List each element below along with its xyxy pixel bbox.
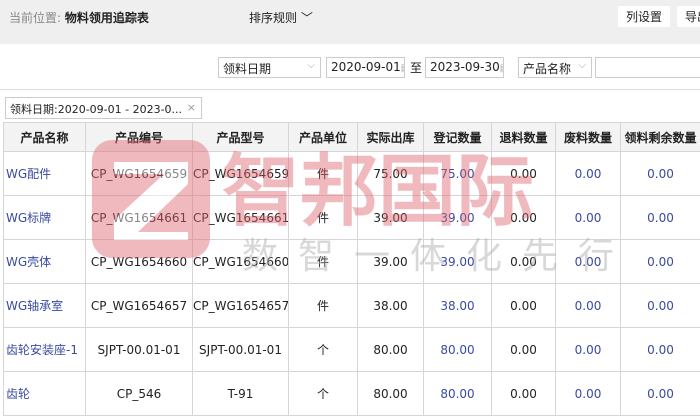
top-bar: 当前位置: 物料领用追踪表 排序规则 ﹀ 列设置 导出 [0,0,700,44]
cell-2: SJPT-00.01-01 [193,328,289,372]
cell-2: CP_WG1654659 [193,152,289,196]
breadcrumb: 当前位置: 物料领用追踪表 [9,9,149,26]
to-label: 至 [410,59,422,76]
active-filter-text: 领料日期:2020-09-01 - 2023-0... [10,103,182,116]
cell-0[interactable]: WG配件 [4,152,86,196]
active-filter-tag: 领料日期:2020-09-01 - 2023-0... × [5,97,202,119]
field-select-value: 产品名称 [523,62,571,76]
cell-0[interactable]: 齿轮 [4,372,86,416]
cell-2: CP_WG1654660 [193,240,289,284]
cell-6: 0.00 [492,328,556,372]
cell-6: 0.00 [492,152,556,196]
cell-7[interactable]: 0.00 [556,372,621,416]
cell-0[interactable]: 齿轮安装座-1 [4,328,86,372]
cell-8[interactable]: 0.00 [621,328,700,372]
chevron-down-icon: ⌵ [578,60,586,71]
column-header[interactable]: 登记数量 [424,123,492,152]
column-settings-button[interactable]: 列设置 [618,6,670,27]
cell-1: CP_WG1654657 [86,284,193,328]
cell-7[interactable]: 0.00 [556,284,621,328]
column-header[interactable]: 产品名称 [4,123,86,152]
cell-7[interactable]: 0.00 [556,328,621,372]
date-type-value: 领料日期 [223,62,271,76]
end-date-value: 2023-09-30 [430,60,500,74]
search-input[interactable] [595,57,700,78]
cell-4: 80.00 [358,372,424,416]
date-type-select[interactable]: 领料日期 ⌵ [218,57,321,78]
page-title: 物料领用追踪表 [65,11,149,25]
cell-1: CP_WG1654661 [86,196,193,240]
cell-2: CP_WG1654657 [193,284,289,328]
close-icon[interactable]: × [187,101,196,114]
cell-4: 75.00 [358,152,424,196]
cell-7[interactable]: 0.00 [556,152,621,196]
cell-5[interactable]: 39.00 [424,240,492,284]
cell-4: 39.00 [358,196,424,240]
cell-4: 38.00 [358,284,424,328]
cell-2: CP_WG1654661 [193,196,289,240]
cell-8[interactable]: 0.00 [621,240,700,284]
cell-1: CP_546 [86,372,193,416]
table-row: WG配件CP_WG1654659CP_WG1654659件75.0075.000… [4,152,700,196]
calendar-icon: ▤ [401,63,405,74]
column-header[interactable]: 实际出库 [358,123,424,152]
cell-5[interactable]: 39.00 [424,196,492,240]
cell-5[interactable]: 38.00 [424,284,492,328]
calendar-icon: ▤ [500,63,504,74]
field-select[interactable]: 产品名称 ⌵ [518,57,592,78]
divider [0,89,700,90]
location-label: 当前位置: [9,11,61,25]
cell-3: 件 [289,196,358,240]
cell-6: 0.00 [492,372,556,416]
cell-0[interactable]: WG轴承室 [4,284,86,328]
cell-0[interactable]: WG标牌 [4,196,86,240]
cell-7[interactable]: 0.00 [556,196,621,240]
cell-6: 0.00 [492,284,556,328]
export-button[interactable]: 导出 [677,6,700,27]
cell-1: CP_WG1654659 [86,152,193,196]
cell-5[interactable]: 80.00 [424,328,492,372]
chevron-down-icon: ﹀ [301,11,313,25]
cell-5[interactable]: 75.00 [424,152,492,196]
column-header[interactable]: 产品型号 [193,123,289,152]
cell-3: 件 [289,284,358,328]
cell-6: 0.00 [492,196,556,240]
cell-8[interactable]: 0.00 [621,284,700,328]
start-date-value: 2020-09-01 [331,60,401,74]
cell-4: 39.00 [358,240,424,284]
table-row: 齿轮CP_546T-91个80.0080.000.000.000.00 [4,372,700,416]
cell-3: 个 [289,372,358,416]
cell-3: 件 [289,152,358,196]
chevron-down-icon: ⌵ [307,60,315,71]
cell-0[interactable]: WG壳体 [4,240,86,284]
cell-1: SJPT-00.01-01 [86,328,193,372]
cell-8[interactable]: 0.00 [621,372,700,416]
start-date-input[interactable]: 2020-09-01▤ [326,57,405,78]
column-header[interactable]: 产品编号 [86,123,193,152]
table-row: WG轴承室CP_WG1654657CP_WG1654657件38.0038.00… [4,284,700,328]
cell-8[interactable]: 0.00 [621,196,700,240]
cell-3: 个 [289,328,358,372]
column-header[interactable]: 领料剩余数量 [621,123,700,152]
table-row: WG壳体CP_WG1654660CP_WG1654660件39.0039.000… [4,240,700,284]
table-row: WG标牌CP_WG1654661CP_WG1654661件39.0039.000… [4,196,700,240]
column-header[interactable]: 废料数量 [556,123,621,152]
sort-rules-dropdown[interactable]: 排序规则 ﹀ [249,9,313,26]
cell-3: 件 [289,240,358,284]
material-tracking-table: 产品名称产品编号产品型号产品单位实际出库登记数量退料数量废料数量领料剩余数量 W… [3,122,700,416]
cell-7[interactable]: 0.00 [556,240,621,284]
cell-4: 80.00 [358,328,424,372]
table-row: 齿轮安装座-1SJPT-00.01-01SJPT-00.01-01个80.008… [4,328,700,372]
cell-1: CP_WG1654660 [86,240,193,284]
column-header[interactable]: 退料数量 [492,123,556,152]
cell-6: 0.00 [492,240,556,284]
table-header: 产品名称产品编号产品型号产品单位实际出库登记数量退料数量废料数量领料剩余数量 [4,123,700,152]
end-date-input[interactable]: 2023-09-30▤ [425,57,504,78]
cell-8[interactable]: 0.00 [621,152,700,196]
cell-2: T-91 [193,372,289,416]
column-header[interactable]: 产品单位 [289,123,358,152]
sort-label: 排序规则 [249,11,297,25]
cell-5[interactable]: 80.00 [424,372,492,416]
